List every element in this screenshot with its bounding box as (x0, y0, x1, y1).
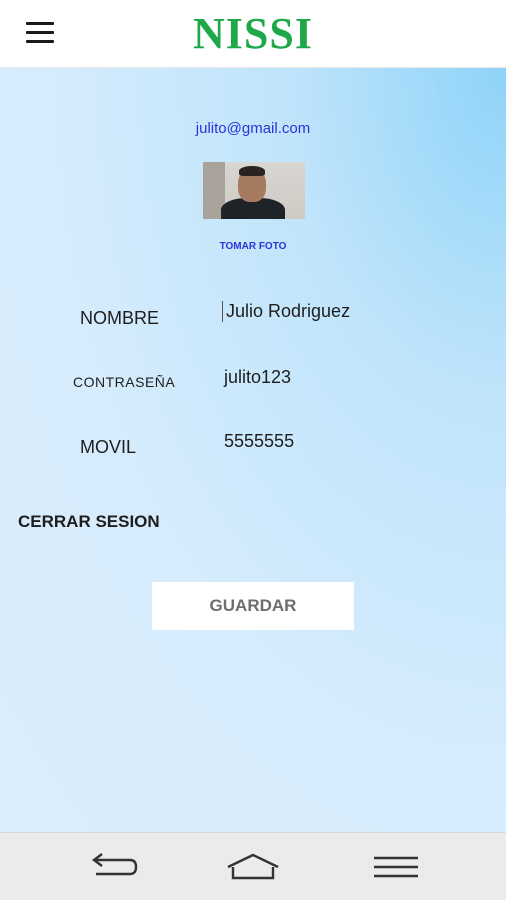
user-email: julito@gmail.com (195, 120, 311, 137)
system-nav-bar (0, 832, 506, 900)
save-button[interactable]: GUARDAR (152, 582, 354, 630)
app-header: NISSI (0, 0, 506, 68)
recent-apps-icon[interactable] (368, 851, 424, 883)
take-photo-button[interactable]: TOMAR FOTO (0, 241, 506, 252)
password-label: CONTRASEÑA (73, 374, 176, 390)
profile-photo (203, 162, 305, 219)
profile-screen: julito@gmail.com TOMAR FOTO NOMBRE Julio… (0, 68, 506, 832)
back-icon[interactable] (84, 851, 140, 883)
name-field[interactable]: Julio Rodriguez (222, 301, 350, 322)
app-logo: NISSI (193, 9, 313, 58)
mobile-field[interactable]: 5555555 (224, 431, 294, 452)
mobile-label: MOVIL (80, 437, 137, 457)
logout-button[interactable]: CERRAR SESION (18, 512, 160, 532)
password-field[interactable]: julito123 (224, 367, 291, 388)
name-label: NOMBRE (80, 308, 160, 328)
home-icon[interactable] (225, 851, 281, 883)
